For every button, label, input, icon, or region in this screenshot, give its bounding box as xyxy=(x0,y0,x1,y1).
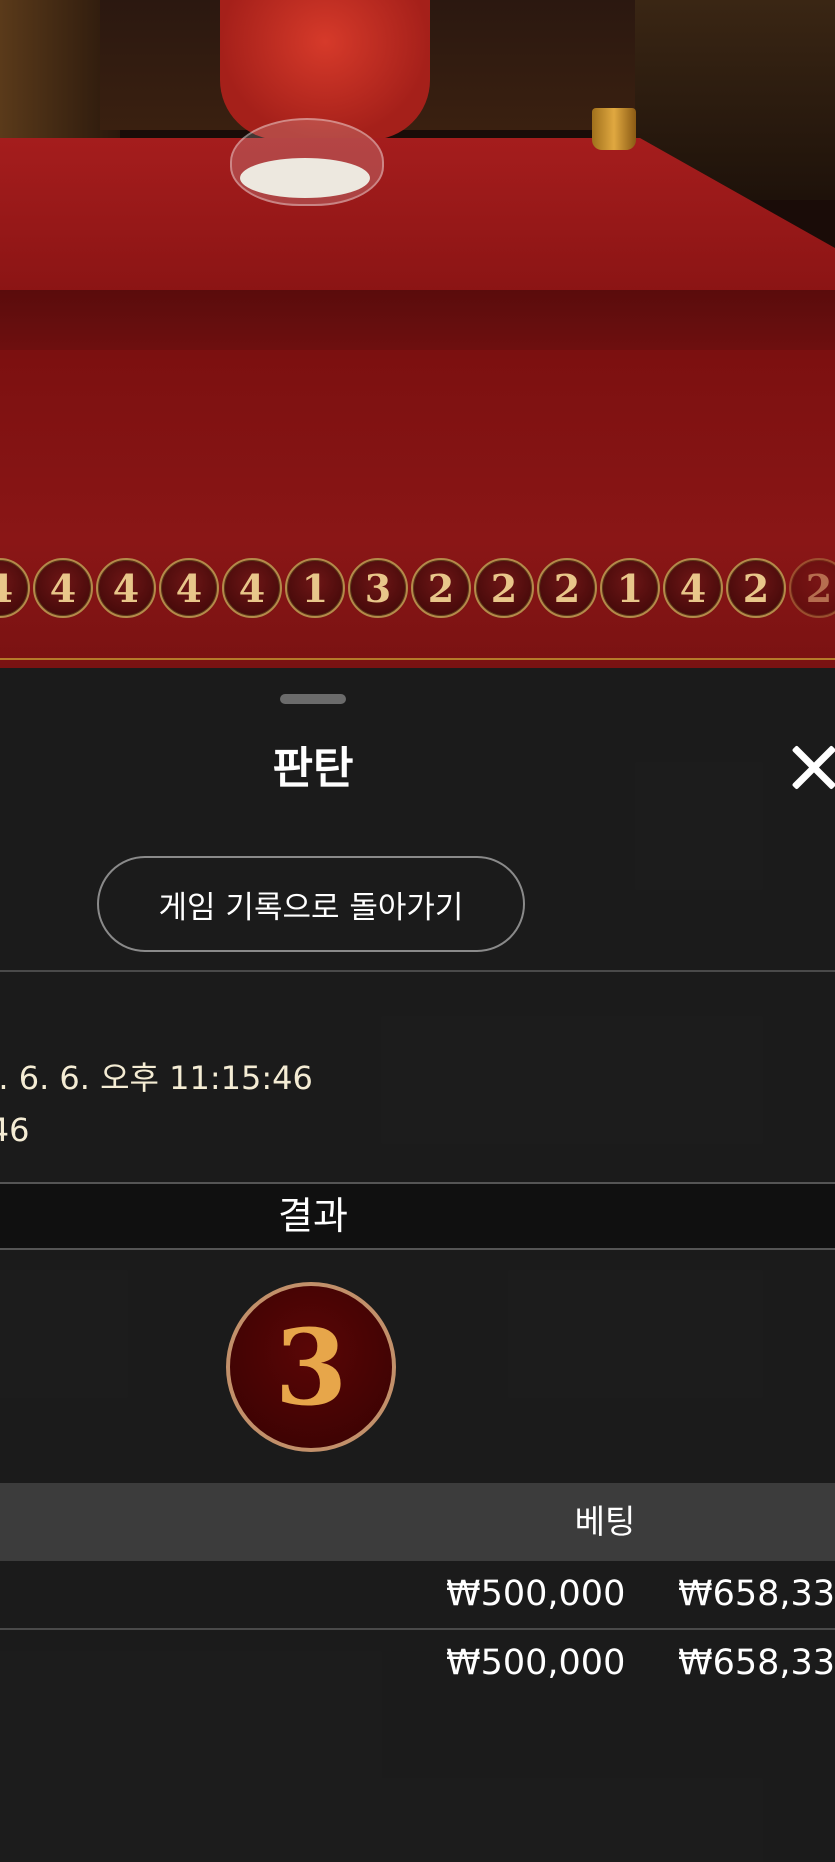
history-ball: 2 xyxy=(474,558,534,618)
history-ball: 4 xyxy=(159,558,219,618)
history-ball: 2 xyxy=(411,558,471,618)
history-ball: 4 xyxy=(33,558,93,618)
close-icon[interactable] xyxy=(786,740,835,796)
payout-amount: ₩658,33 xyxy=(678,1574,835,1614)
sheet-title: 판탄 xyxy=(272,743,354,794)
table-row: ₩500,000 ₩658,33 xyxy=(0,1561,835,1627)
result-history-road: 4 4 4 4 4 1 3 2 2 2 1 4 2 2 xyxy=(0,558,835,630)
history-ball: 1 xyxy=(600,558,660,618)
result-header: 결과 xyxy=(0,1182,835,1250)
history-ball: 2 xyxy=(537,558,597,618)
bet-amount: ₩500,000 xyxy=(446,1643,626,1683)
history-ball: 4 xyxy=(0,558,30,618)
history-ball: 2 xyxy=(726,558,786,618)
history-ball: 4 xyxy=(96,558,156,618)
game-detail-sheet: 판탄 게임 기록으로 돌아가기 4. 6. 6. 오후 11:15:46 :46… xyxy=(0,670,835,1862)
result-ball: 3 xyxy=(226,1282,396,1452)
history-ball: 2 xyxy=(789,558,835,618)
round-datetime: 4. 6. 6. 오후 11:15:46 xyxy=(0,1059,313,1097)
sheet-drag-handle[interactable] xyxy=(280,694,346,704)
live-video-feed: 4 4 4 4 4 1 3 2 2 2 1 4 2 2 xyxy=(0,0,835,668)
glass-dome xyxy=(230,118,384,206)
payout-amount: ₩658,33 xyxy=(678,1643,835,1683)
bet-column-header: 베팅 xyxy=(574,1502,636,1541)
table-row: ₩500,000 ₩658,33 xyxy=(0,1630,835,1696)
result-label: 결과 xyxy=(278,1194,348,1238)
history-ball: 4 xyxy=(663,558,723,618)
round-time: :46 xyxy=(0,1111,30,1149)
table-edge xyxy=(0,290,835,350)
history-ball: 3 xyxy=(348,558,408,618)
back-to-history-button[interactable]: 게임 기록으로 돌아가기 xyxy=(97,856,525,952)
bets-table-header: 베팅 xyxy=(0,1483,835,1561)
brass-cup xyxy=(592,108,636,150)
bet-amount: ₩500,000 xyxy=(446,1574,626,1614)
divider xyxy=(0,970,835,972)
history-ball: 4 xyxy=(222,558,282,618)
table-divider-line xyxy=(0,658,835,660)
history-ball: 1 xyxy=(285,558,345,618)
